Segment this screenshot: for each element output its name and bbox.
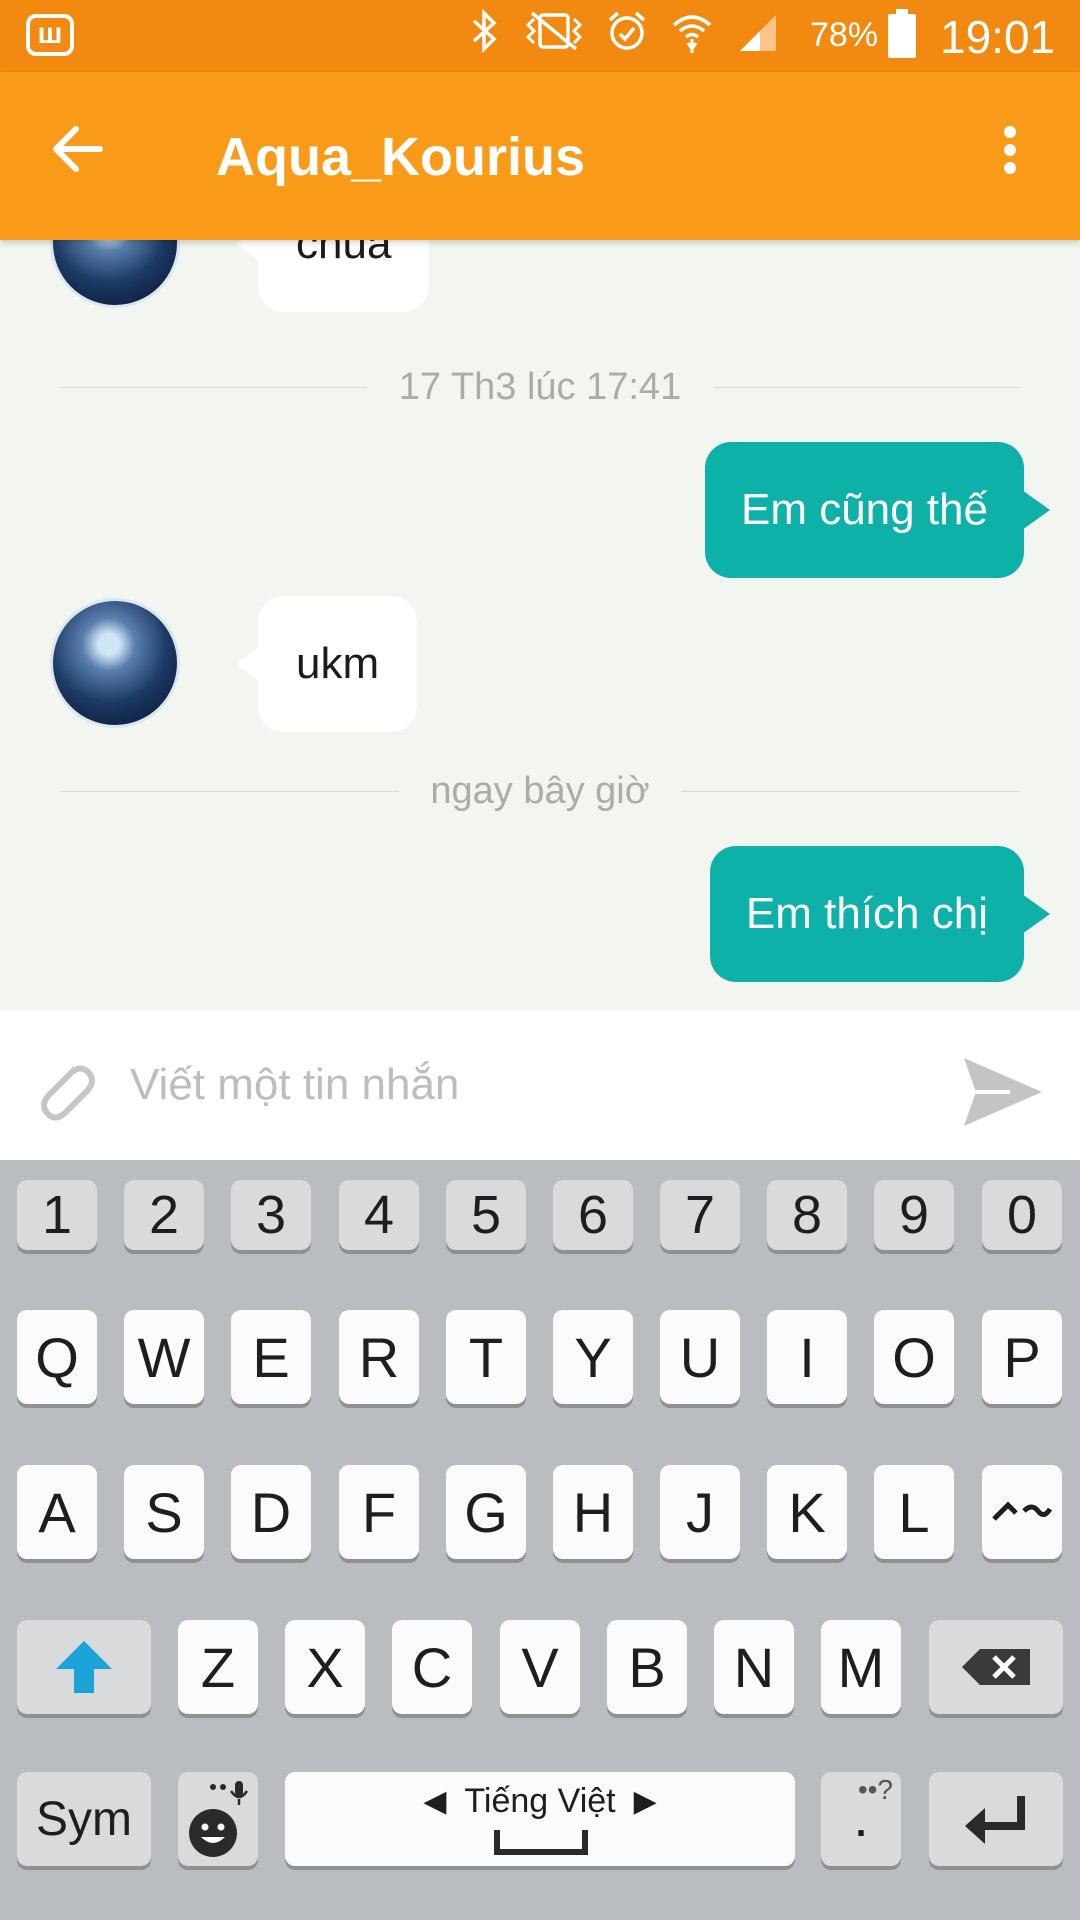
key-e[interactable]: E (231, 1310, 311, 1404)
chevron-left-icon: ◀ (423, 1785, 447, 1818)
attach-button[interactable] (28, 1052, 102, 1126)
key-9[interactable]: 9 (874, 1180, 954, 1250)
battery-icon (888, 9, 916, 58)
avatar[interactable] (50, 598, 180, 728)
keyboard: 1 2 3 4 5 6 7 8 9 0 Q W E R T Y U I O P … (0, 1160, 1080, 1920)
spacebar-icon (494, 1830, 588, 1855)
status-bar: ш 78% 19:01 (0, 0, 1080, 72)
key-b[interactable]: B (607, 1620, 687, 1714)
arrow-left-icon (53, 126, 103, 172)
shift-key[interactable] (17, 1620, 151, 1714)
key-a[interactable]: A (17, 1465, 97, 1559)
vibrate-icon (524, 11, 584, 61)
key-6[interactable]: 6 (553, 1180, 633, 1250)
key-m[interactable]: M (821, 1620, 901, 1714)
key-w[interactable]: W (124, 1310, 204, 1404)
key-l[interactable]: L (874, 1465, 954, 1559)
key-p[interactable]: P (982, 1310, 1062, 1404)
language-switcher[interactable]: ◀ Tiếng Việt ▶ (285, 1782, 795, 1821)
outgoing-message[interactable]: Em thích chị (709, 846, 1051, 982)
key-i[interactable]: I (767, 1310, 847, 1404)
key-4[interactable]: 4 (339, 1180, 419, 1250)
incoming-message[interactable]: ukm (235, 596, 418, 732)
app-notification-icon: ш (26, 14, 74, 56)
back-button[interactable] (50, 120, 120, 190)
emoji-mic-icon (189, 1781, 249, 1857)
bluetooth-icon (468, 8, 502, 63)
backspace-icon (962, 1649, 1030, 1685)
key-o[interactable]: O (874, 1310, 954, 1404)
key-u[interactable]: U (660, 1310, 740, 1404)
alarm-icon (606, 10, 648, 62)
key-5[interactable]: 5 (446, 1180, 526, 1250)
message-input[interactable] (130, 1050, 930, 1120)
key-d[interactable]: D (231, 1465, 311, 1559)
more-vert-icon (1004, 126, 1016, 174)
conversation-title: Aqua_Kourius (216, 127, 586, 187)
punctuation-hint: ••? (857, 1774, 893, 1805)
status-icons (468, 8, 780, 63)
send-button[interactable] (960, 1054, 1046, 1130)
key-j[interactable]: J (660, 1465, 740, 1559)
chevron-right-icon: ▶ (633, 1785, 657, 1818)
vietnamese-tone-key[interactable] (982, 1465, 1062, 1559)
timestamp-label: ngay bây giờ (398, 770, 682, 813)
key-f[interactable]: F (339, 1465, 419, 1559)
key-z[interactable]: Z (178, 1620, 258, 1714)
key-1[interactable]: 1 (17, 1180, 97, 1250)
message-list[interactable]: chua 17 Th3 lúc 17:41 Em cũng thế ukm ng… (0, 240, 1080, 1010)
more-options-button[interactable] (980, 120, 1040, 190)
punctuation-key[interactable]: ••? . (821, 1772, 901, 1866)
key-c[interactable]: C (392, 1620, 472, 1714)
avatar[interactable] (50, 240, 180, 308)
outgoing-message[interactable]: Em cũng thế (704, 442, 1051, 578)
signal-icon (736, 9, 780, 63)
emoji-key[interactable] (178, 1772, 258, 1866)
key-v[interactable]: V (500, 1620, 580, 1714)
key-t[interactable]: T (446, 1310, 526, 1404)
send-icon (964, 1058, 1042, 1126)
incoming-message[interactable]: chua (235, 240, 430, 312)
key-r[interactable]: R (339, 1310, 419, 1404)
shift-arrow-icon (56, 1641, 112, 1693)
key-3[interactable]: 3 (231, 1180, 311, 1250)
wifi-icon (670, 9, 714, 63)
key-h[interactable]: H (553, 1465, 633, 1559)
tone-mark-icon (992, 1501, 1053, 1521)
key-y[interactable]: Y (553, 1310, 633, 1404)
battery-percentage: 78% (810, 16, 879, 54)
key-g[interactable]: G (446, 1465, 526, 1559)
key-0[interactable]: 0 (982, 1180, 1062, 1250)
key-q[interactable]: Q (17, 1310, 97, 1404)
key-x[interactable]: X (285, 1620, 365, 1714)
timestamp-label: 17 Th3 lúc 17:41 (366, 366, 714, 409)
app-bar: Aqua_Kourius (0, 72, 1080, 240)
enter-key[interactable] (929, 1772, 1063, 1866)
paperclip-icon (41, 1065, 95, 1121)
sym-key[interactable]: Sym (17, 1772, 151, 1866)
space-key[interactable]: ◀ Tiếng Việt ▶ (285, 1772, 795, 1866)
status-clock: 19:01 (940, 11, 1056, 63)
key-7[interactable]: 7 (660, 1180, 740, 1250)
message-composer (0, 1010, 1080, 1160)
enter-icon (965, 1796, 1025, 1844)
key-8[interactable]: 8 (767, 1180, 847, 1250)
key-s[interactable]: S (124, 1465, 204, 1559)
language-label: Tiếng Việt (464, 1782, 616, 1820)
key-k[interactable]: K (767, 1465, 847, 1559)
timestamp-divider: ngay bây giờ (60, 766, 1020, 816)
backspace-key[interactable] (929, 1620, 1063, 1714)
timestamp-divider: 17 Th3 lúc 17:41 (60, 362, 1020, 412)
key-2[interactable]: 2 (124, 1180, 204, 1250)
key-n[interactable]: N (714, 1620, 794, 1714)
